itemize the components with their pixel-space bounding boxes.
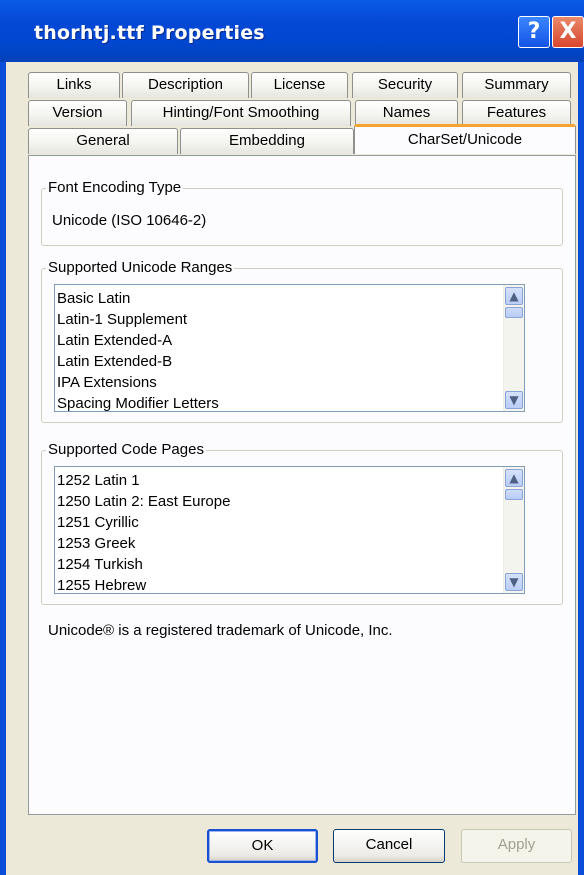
tab-license[interactable]: License <box>251 72 348 98</box>
list-item[interactable]: IPA Extensions <box>57 372 157 393</box>
list-item[interactable]: 1253 Greek <box>57 533 135 554</box>
tab-charset-unicode[interactable]: CharSet/Unicode <box>354 124 576 154</box>
list-item[interactable]: Spacing Modifier Letters <box>57 393 219 411</box>
list-item[interactable]: Latin Extended-A <box>57 330 172 351</box>
scroll-up-arrow-icon[interactable]: ▲ <box>505 469 523 487</box>
unicode-ranges-scrollbar[interactable]: ▲ ▼ <box>503 285 524 411</box>
list-item[interactable]: 1251 Cyrillic <box>57 512 139 533</box>
list-item[interactable]: Basic Latin <box>57 288 130 309</box>
window-frame-right <box>578 62 584 875</box>
tab-names[interactable]: Names <box>355 100 458 126</box>
help-button[interactable]: ? <box>518 16 550 48</box>
scroll-down-arrow-icon[interactable]: ▼ <box>505 573 523 591</box>
tab-summary[interactable]: Summary <box>462 72 571 98</box>
code-pages-legend: Supported Code Pages <box>46 441 206 458</box>
code-pages-scrollbar[interactable]: ▲ ▼ <box>503 467 524 593</box>
scroll-thumb[interactable] <box>505 307 523 318</box>
tab-description[interactable]: Description <box>122 72 249 98</box>
code-pages-listbox[interactable]: 1252 Latin 1 1250 Latin 2: East Europe 1… <box>54 466 525 594</box>
cancel-button[interactable]: Cancel <box>333 829 445 863</box>
apply-button[interactable]: Apply <box>461 829 572 863</box>
window-title: thorhtj.ttf Properties <box>34 22 265 44</box>
scroll-thumb[interactable] <box>505 489 523 500</box>
list-item[interactable]: Latin-1 Supplement <box>57 309 187 330</box>
unicode-ranges-listbox[interactable]: Basic Latin Latin-1 Supplement Latin Ext… <box>54 284 525 412</box>
list-item[interactable]: 1255 Hebrew <box>57 575 146 593</box>
tab-security[interactable]: Security <box>352 72 458 98</box>
tab-links[interactable]: Links <box>28 72 120 98</box>
list-item[interactable]: 1254 Turkish <box>57 554 143 575</box>
list-item[interactable]: 1250 Latin 2: East Europe <box>57 491 230 512</box>
close-button[interactable]: X <box>552 16 584 48</box>
ok-button[interactable]: OK <box>207 829 318 863</box>
encoding-value: Unicode (ISO 10646-2) <box>52 212 207 229</box>
unicode-ranges-legend: Supported Unicode Ranges <box>46 259 235 276</box>
scroll-down-arrow-icon[interactable]: ▼ <box>505 391 523 409</box>
tab-features[interactable]: Features <box>462 100 571 126</box>
trademark-note: Unicode® is a registered trademark of Un… <box>48 622 393 639</box>
title-bar[interactable]: thorhtj.ttf Properties ? X <box>0 0 584 62</box>
tab-hinting-font-smoothing[interactable]: Hinting/Font Smoothing <box>131 100 351 126</box>
tab-embedding[interactable]: Embedding <box>180 128 354 154</box>
tab-general[interactable]: General <box>28 128 178 154</box>
encoding-legend: Font Encoding Type <box>46 179 184 196</box>
list-item[interactable]: 1252 Latin 1 <box>57 470 140 491</box>
scroll-up-arrow-icon[interactable]: ▲ <box>505 287 523 305</box>
list-item[interactable]: Latin Extended-B <box>57 351 172 372</box>
tab-version[interactable]: Version <box>28 100 127 126</box>
